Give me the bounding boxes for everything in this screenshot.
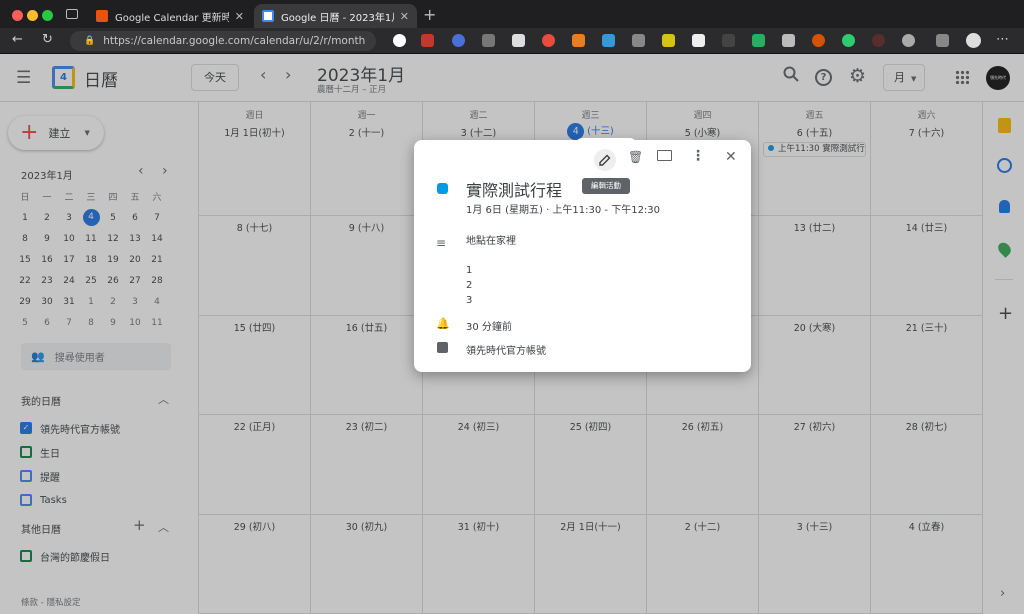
browser-tab-2[interactable]: Google 日曆 - 2023年1月 ✕ xyxy=(254,4,417,28)
extension-icon[interactable] xyxy=(542,34,555,47)
back-icon[interactable]: ← xyxy=(12,32,23,47)
maximize-window-button[interactable] xyxy=(42,10,53,21)
close-window-button[interactable] xyxy=(12,10,23,21)
extension-icon[interactable] xyxy=(572,34,585,47)
extension-icon[interactable] xyxy=(872,34,885,47)
blog-favicon-icon xyxy=(96,10,108,22)
extension-icon[interactable] xyxy=(452,34,465,47)
browser-titlebar: Google Calendar 更新時，同步 ✕ Google 日曆 - 202… xyxy=(0,0,1024,28)
calendar-icon xyxy=(437,342,448,353)
lock-icon: 🔒 xyxy=(84,36,96,46)
browser-toolbar: ← ↻ 🔒 https://calendar.google.com/calend… xyxy=(0,28,1024,54)
event-details-popup: 編輯活動 🗑 ⋮ ✕ 實際測試行程 1月 6日 (星期五) · 上午11:30 … xyxy=(414,138,751,372)
extension-icon[interactable] xyxy=(722,34,735,47)
reload-icon[interactable]: ↻ xyxy=(42,32,53,47)
event-reminder: 30 分鐘前 xyxy=(466,322,512,333)
edit-tooltip: 編輯活動 xyxy=(582,178,630,194)
extension-icon[interactable] xyxy=(842,34,855,47)
extension-icon[interactable] xyxy=(662,34,675,47)
extension-icon[interactable] xyxy=(482,34,495,47)
extension-icon[interactable] xyxy=(752,34,765,47)
close-tab-icon[interactable]: ✕ xyxy=(400,10,409,23)
calendar-favicon-icon xyxy=(262,10,274,22)
minimize-window-button[interactable] xyxy=(27,10,38,21)
event-color-swatch xyxy=(437,183,448,194)
browser-tab-1[interactable]: Google Calendar 更新時，同步 ✕ xyxy=(88,4,252,28)
pencil-icon xyxy=(599,154,611,166)
puzzle-extensions-icon[interactable] xyxy=(902,34,915,47)
close-popup-icon[interactable]: ✕ xyxy=(725,149,737,165)
extension-icon[interactable] xyxy=(602,34,615,47)
extension-icon[interactable] xyxy=(692,34,705,47)
tab-actions-icon[interactable] xyxy=(66,9,78,19)
extension-icon[interactable] xyxy=(421,34,434,47)
event-calendar-name: 領先時代官方帳號 xyxy=(466,346,546,357)
email-guests-icon[interactable] xyxy=(657,150,672,161)
event-description: 地點在家裡 1 2 3 xyxy=(466,236,516,306)
collections-icon[interactable] xyxy=(936,34,949,47)
more-options-icon[interactable]: ⋮ xyxy=(691,148,705,164)
event-title: 實際測試行程 xyxy=(466,181,563,200)
more-menu-icon[interactable]: ⋯ xyxy=(996,32,1009,47)
delete-event-icon[interactable]: 🗑 xyxy=(628,150,643,164)
description-icon: ≡ xyxy=(436,236,447,250)
extension-icon[interactable] xyxy=(512,34,525,47)
new-tab-icon[interactable]: + xyxy=(423,5,436,24)
extension-icon[interactable] xyxy=(812,34,825,47)
event-datetime: 1月 6日 (星期五) · 上午11:30 - 下午12:30 xyxy=(466,205,661,216)
extension-icon[interactable] xyxy=(393,34,406,47)
edit-event-button[interactable] xyxy=(594,149,616,171)
address-bar[interactable]: 🔒 https://calendar.google.com/calendar/u… xyxy=(70,31,376,51)
bell-icon: 🔔 xyxy=(436,317,450,330)
profile-avatar-icon[interactable] xyxy=(966,33,981,48)
extension-icon[interactable] xyxy=(632,34,645,47)
close-tab-icon[interactable]: ✕ xyxy=(235,10,244,23)
extension-icon[interactable] xyxy=(782,34,795,47)
